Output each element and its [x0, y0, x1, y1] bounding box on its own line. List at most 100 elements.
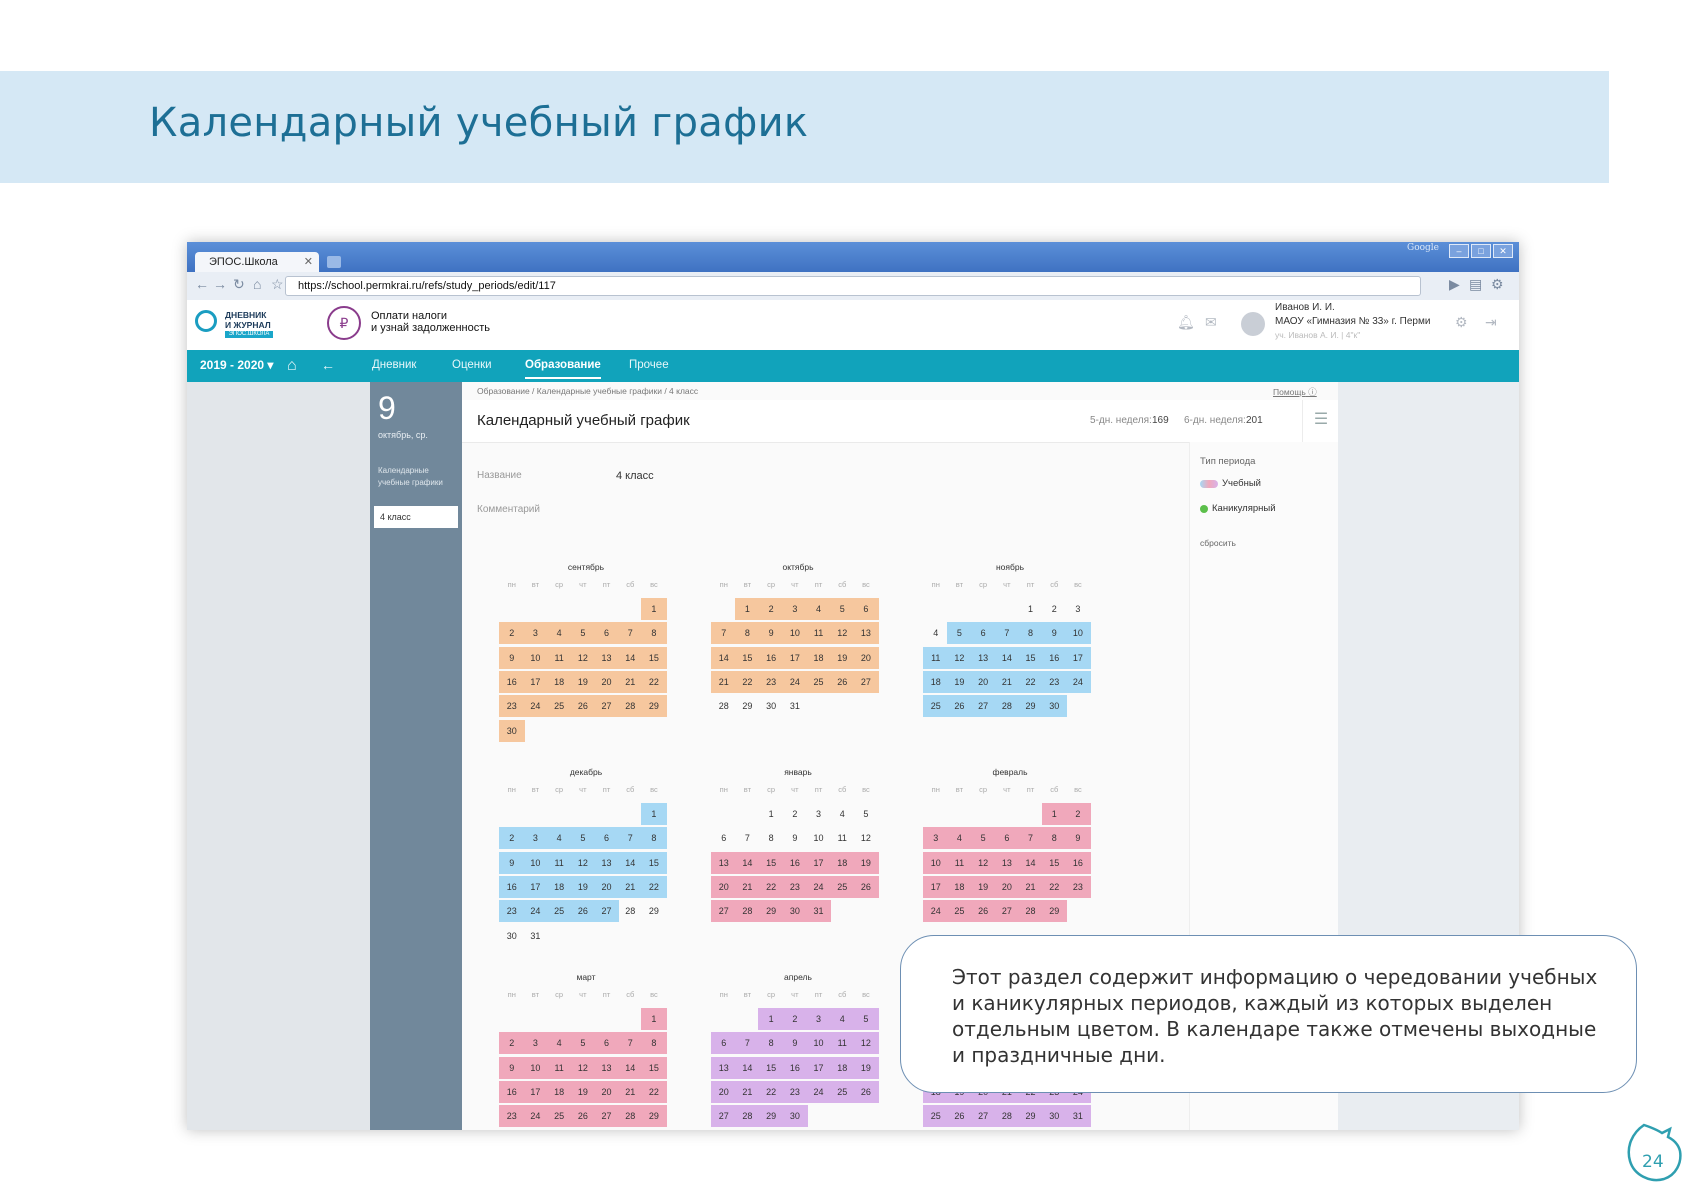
calendar-day[interactable]: 10 [923, 851, 949, 874]
calendar-day[interactable]: 2 [782, 803, 808, 825]
calendar-day[interactable]: 1 [758, 1008, 784, 1030]
calendar-day[interactable]: 18 [829, 1056, 855, 1079]
calendar-day[interactable]: 20 [994, 875, 1020, 898]
calendar-day[interactable]: 9 [1041, 622, 1067, 645]
calendar-day[interactable]: 30 [499, 1129, 525, 1130]
user-name[interactable]: Иванов И. И. [1275, 302, 1335, 313]
calendar-day[interactable]: 22 [641, 1080, 667, 1103]
calendar-day[interactable]: 17 [522, 875, 549, 898]
calendar-day[interactable]: 2 [499, 1032, 525, 1055]
calendar-day[interactable]: 4 [546, 827, 572, 850]
home-icon[interactable]: ⌂ [287, 357, 297, 375]
calendar-day[interactable]: 3 [923, 827, 949, 850]
calendar-day[interactable]: 11 [923, 646, 949, 669]
calendar-day[interactable]: 10 [805, 1032, 832, 1055]
calendar-day[interactable]: 29 [735, 695, 761, 717]
calendar-day[interactable]: 31 [1065, 1105, 1091, 1128]
calendar-day[interactable]: 21 [711, 670, 737, 693]
calendar-day[interactable]: 3 [522, 622, 549, 645]
calendar-day[interactable]: 29 [1041, 900, 1067, 923]
minimize-button[interactable]: – [1449, 244, 1469, 258]
calendar-day[interactable]: 24 [782, 670, 808, 693]
calendar-day[interactable]: 22 [734, 670, 761, 693]
calendar-day[interactable]: 7 [734, 1032, 761, 1055]
calendar-day[interactable]: 26 [570, 900, 596, 923]
tax-document-icon[interactable]: ₽ [327, 306, 361, 340]
calendar-day[interactable]: 10 [1065, 622, 1091, 645]
calendar-day[interactable]: 18 [805, 646, 832, 669]
calendar-day[interactable]: 23 [499, 900, 525, 923]
calendar-day[interactable]: 5 [570, 1032, 596, 1055]
calendar-day[interactable]: 24 [522, 1105, 549, 1128]
calendar-day[interactable]: 27 [853, 670, 879, 693]
calendar-day[interactable]: 21 [617, 875, 643, 898]
calendar-day[interactable]: 13 [593, 1056, 620, 1079]
menu-item-education[interactable]: Образование [525, 359, 601, 379]
calendar-day[interactable]: 14 [617, 851, 643, 874]
calendar-day[interactable]: 16 [758, 646, 784, 669]
calendar-day[interactable]: 30 [1041, 1105, 1067, 1128]
calendar-day[interactable]: 29 [758, 900, 784, 923]
calendar-day[interactable]: 20 [593, 670, 620, 693]
calendar-day[interactable]: 31 [805, 900, 832, 923]
calendar-day[interactable]: 17 [923, 875, 949, 898]
calendar-day[interactable]: 21 [617, 1080, 643, 1103]
calendar-day[interactable]: 5 [570, 827, 596, 850]
calendar-day[interactable]: 21 [617, 670, 643, 693]
calendar-day[interactable]: 11 [546, 646, 572, 669]
calendar-day[interactable]: 30 [782, 900, 808, 923]
calendar-day[interactable]: 4 [830, 803, 856, 825]
calendar-day[interactable]: 26 [570, 695, 596, 718]
calendar-day[interactable]: 27 [970, 695, 996, 718]
calendar-day[interactable]: 25 [805, 670, 832, 693]
help-link[interactable]: Помощь ⓘ [1273, 386, 1317, 398]
calendar-day[interactable]: 15 [641, 1056, 667, 1079]
calendar-day[interactable]: 22 [1041, 875, 1067, 898]
calendar-day[interactable]: 23 [1065, 875, 1091, 898]
calendar-day[interactable]: 16 [782, 1056, 808, 1079]
calendar-day[interactable]: 19 [970, 875, 996, 898]
calendar-day[interactable]: 22 [758, 875, 784, 898]
calendar-day[interactable]: 20 [593, 875, 620, 898]
calendar-day[interactable]: 13 [711, 1056, 737, 1079]
calendar-day[interactable]: 9 [758, 622, 784, 645]
settings-gear-icon[interactable]: ⚙ [1455, 314, 1468, 331]
calendar-day[interactable]: 18 [923, 670, 949, 693]
calendar-day[interactable]: 18 [946, 875, 973, 898]
calendar-day[interactable]: 7 [994, 622, 1020, 645]
calendar-day[interactable]: 27 [593, 1105, 620, 1128]
calendar-day[interactable]: 15 [734, 646, 761, 669]
calendar-day[interactable]: 30 [758, 695, 784, 717]
calendar-day[interactable]: 12 [853, 1032, 879, 1055]
menu-item-diary[interactable]: Дневник [372, 359, 416, 371]
calendar-day[interactable]: 6 [853, 598, 879, 620]
calendar-day[interactable]: 24 [522, 695, 549, 718]
calendar-day[interactable]: 16 [1041, 646, 1067, 669]
year-selector[interactable]: 2019 - 2020 ▾ [200, 358, 273, 372]
calendar-day[interactable]: 27 [994, 900, 1020, 923]
address-bar[interactable]: https://school.permkrai.ru/refs/study_pe… [285, 276, 1421, 296]
calendar-day[interactable]: 2 [499, 622, 525, 645]
calendar-day[interactable]: 18 [546, 875, 572, 898]
back-arrow-icon[interactable]: ← [321, 357, 335, 373]
calendar-day[interactable]: 1 [1041, 803, 1067, 825]
calendar-day[interactable]: 24 [805, 1080, 832, 1103]
calendar-day[interactable]: 20 [970, 670, 996, 693]
calendar-day[interactable]: 17 [782, 646, 808, 669]
calendar-day[interactable]: 26 [946, 1105, 973, 1128]
page-menu-icon[interactable]: ▤ [1469, 276, 1482, 293]
calendar-day[interactable]: 4 [829, 1008, 855, 1030]
calendar-day[interactable]: 6 [593, 827, 620, 850]
home-icon[interactable]: ⌂ [253, 276, 261, 292]
calendar-day[interactable]: 13 [593, 851, 620, 874]
menu-item-other[interactable]: Прочее [629, 359, 669, 371]
calendar-day[interactable]: 23 [782, 1080, 808, 1103]
legend-study[interactable]: Учебный [1222, 478, 1261, 489]
avatar[interactable] [1241, 312, 1265, 336]
calendar-day[interactable]: 4 [546, 622, 572, 645]
calendar-day[interactable]: 11 [829, 1032, 855, 1055]
calendar-day[interactable]: 20 [711, 1080, 737, 1103]
calendar-day[interactable]: 12 [946, 646, 973, 669]
calendar-day[interactable]: 9 [1065, 827, 1091, 850]
calendar-day[interactable]: 14 [734, 1056, 761, 1079]
